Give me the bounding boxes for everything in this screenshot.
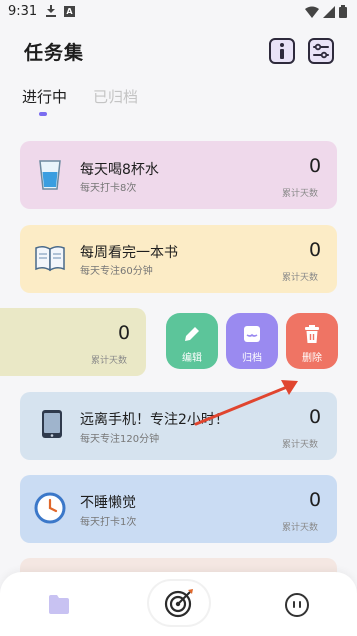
task-title: 每天喝8杯水 [80, 162, 159, 178]
delete-label: 删除 [302, 353, 322, 364]
task-title: 每周看完一本书 [80, 245, 178, 261]
clock-icon [34, 492, 66, 524]
edit-button[interactable]: 编辑 [166, 313, 218, 369]
tab-in-progress[interactable]: 进行中 [22, 86, 67, 107]
task-count: 0 [309, 406, 322, 428]
task-count-label: 累计天数 [91, 356, 128, 366]
delete-button[interactable]: 删除 [286, 313, 338, 369]
task-subtitle: 每天专注60分钟 [80, 266, 153, 277]
settings-button[interactable] [308, 38, 334, 64]
task-title: 不睡懒觉 [80, 495, 136, 511]
task-subtitle: 每天专注120分钟 [80, 434, 160, 445]
task-count: 0 [118, 322, 131, 344]
status-bar: 9:31 A [0, 0, 357, 26]
book-icon [35, 245, 65, 272]
task-subtitle: 每天打卡1次 [80, 517, 137, 528]
task-count-label: 累计天数 [282, 189, 319, 199]
archive-button[interactable]: 归档 [226, 313, 278, 369]
header: 任务集 [0, 30, 357, 70]
target-button[interactable] [149, 581, 209, 625]
target-icon [164, 589, 193, 618]
app-notification-icon: A [64, 5, 75, 17]
archive-label: 归档 [242, 353, 262, 364]
task-count-label: 累计天数 [282, 440, 319, 450]
tab-indicator [39, 112, 47, 116]
tab-bar: 进行中 已归档 [22, 86, 322, 120]
task-card[interactable]: 远离手机！专注2小时！ 每天专注120分钟 0 累计天数 [20, 392, 337, 460]
signal-icon [323, 5, 335, 18]
battery-icon [339, 5, 347, 18]
archive-icon [244, 326, 260, 342]
download-icon [46, 5, 56, 17]
status-time: 9:31 [8, 4, 38, 19]
info-button[interactable] [269, 38, 295, 64]
info-icon [280, 43, 284, 47]
water-glass-icon [39, 160, 61, 190]
phone-icon [42, 410, 62, 438]
face-icon[interactable] [285, 593, 309, 617]
task-subtitle: 每天打卡8次 [80, 183, 137, 194]
folder-icon[interactable] [47, 593, 71, 615]
tab-archived[interactable]: 已归档 [93, 86, 138, 107]
sliders-icon [313, 43, 329, 59]
task-count: 0 [309, 239, 322, 261]
task-card-swiped[interactable]: 0 累计天数 [0, 308, 146, 376]
page-title: 任务集 [24, 42, 85, 64]
bottom-nav [0, 572, 357, 636]
task-card[interactable]: 不睡懒觉 每天打卡1次 0 累计天数 [20, 475, 337, 543]
trash-icon [305, 325, 319, 343]
task-count-label: 累计天数 [282, 273, 319, 283]
task-count-label: 累计天数 [282, 523, 319, 533]
task-card[interactable]: 每天喝8杯水 每天打卡8次 0 累计天数 [20, 141, 337, 209]
task-title: 远离手机！专注2小时！ [80, 412, 229, 428]
task-count: 0 [309, 489, 322, 511]
task-card[interactable]: 每周看完一本书 每天专注60分钟 0 累计天数 [20, 225, 337, 293]
wifi-icon [305, 6, 319, 18]
pencil-icon [185, 327, 199, 341]
task-count: 0 [309, 155, 322, 177]
edit-label: 编辑 [182, 353, 202, 364]
